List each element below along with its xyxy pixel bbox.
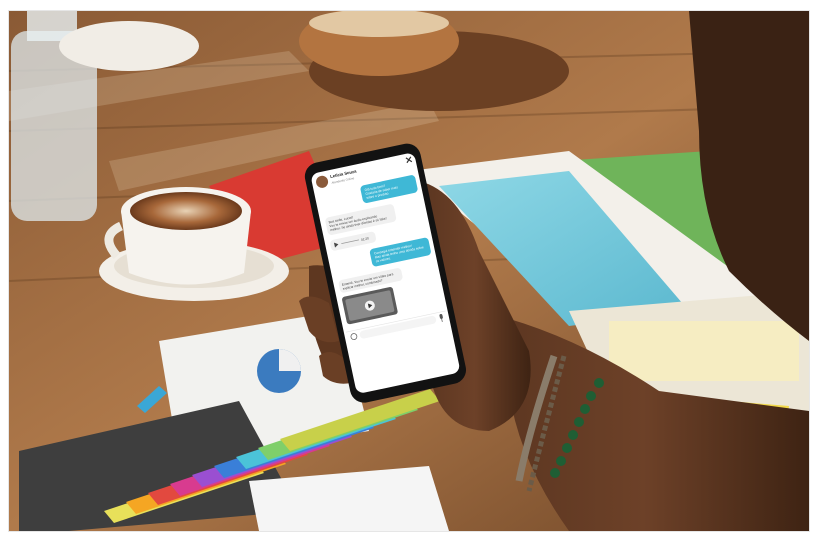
close-icon[interactable] xyxy=(405,156,413,164)
photo-frame: Letícia Souza Atendente Online Olá tudo … xyxy=(8,10,810,532)
microphone-icon[interactable] xyxy=(439,314,444,322)
emoji-icon[interactable] xyxy=(350,333,358,340)
avatar xyxy=(316,175,329,188)
chat-screen: Letícia Souza Atendente Online Olá tudo … xyxy=(316,156,446,340)
